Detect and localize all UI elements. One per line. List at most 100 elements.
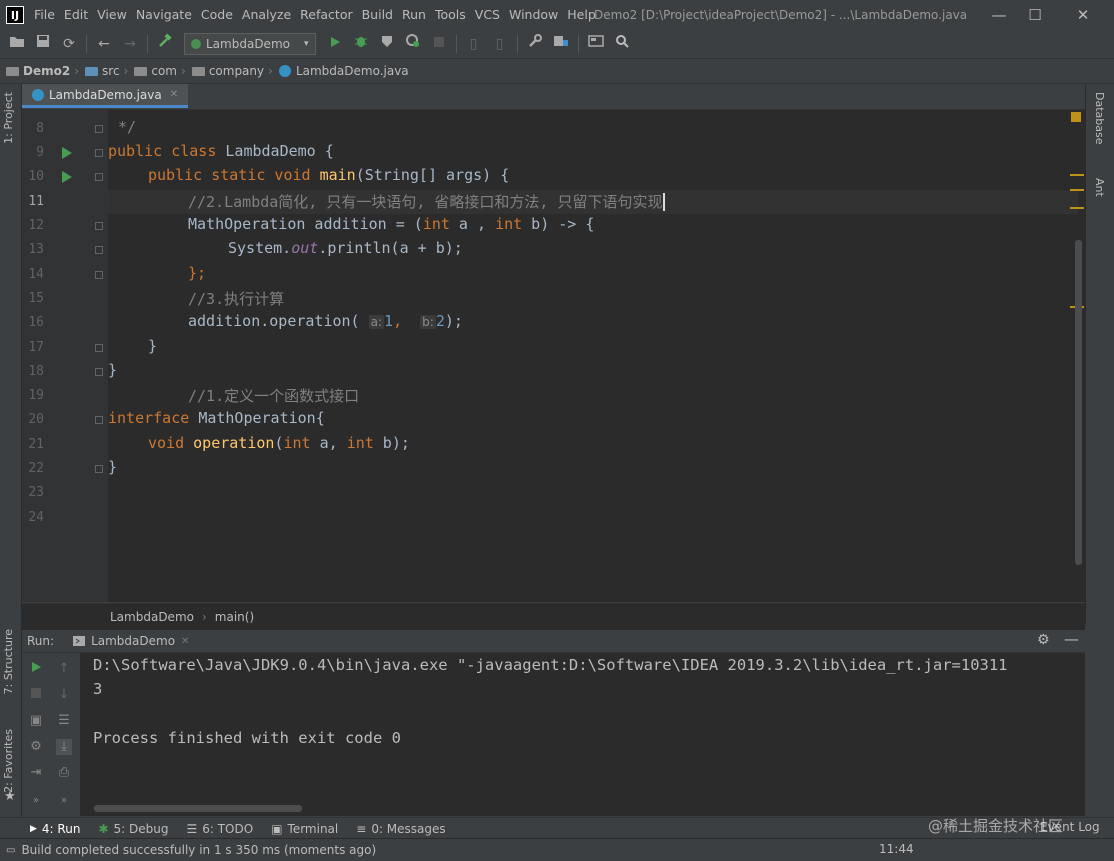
java-class-icon xyxy=(32,88,44,101)
fold-marker-icon[interactable] xyxy=(95,173,103,181)
build-hammer-icon[interactable] xyxy=(154,33,176,55)
fold-marker-icon[interactable] xyxy=(95,368,103,376)
menu-vcs[interactable]: VCS xyxy=(475,0,500,30)
menu-refactor[interactable]: Refactor xyxy=(300,0,352,30)
breadcrumb-file[interactable]: LambdaDemo.java xyxy=(278,64,409,78)
menu-navigate[interactable]: Navigate xyxy=(136,0,192,30)
fold-marker-icon[interactable] xyxy=(95,246,103,254)
run-tab-lambdademo[interactable]: LambdaDemo ✕ xyxy=(72,634,189,648)
close-tab-icon[interactable]: ✕ xyxy=(181,636,189,647)
stop-icon[interactable] xyxy=(28,687,44,703)
close-button[interactable]: ✕ xyxy=(1060,0,1106,30)
menu-analyze[interactable]: Analyze xyxy=(242,0,291,30)
exit-icon[interactable]: ⇥ xyxy=(28,765,44,781)
up-arrow-icon[interactable]: ↑ xyxy=(56,661,72,677)
fold-marker-icon[interactable] xyxy=(95,149,103,157)
forward-arrow-icon[interactable]: → xyxy=(119,33,141,55)
run-icon: ▶ xyxy=(30,823,37,834)
menu-run[interactable]: Run xyxy=(402,0,426,30)
code-line-14: }; xyxy=(188,264,207,282)
open-folder-icon[interactable] xyxy=(6,33,28,55)
scroll-to-end-icon[interactable]: ⤓ xyxy=(56,739,72,755)
database-tool-tab[interactable]: Database xyxy=(1093,92,1106,145)
profile-icon[interactable] xyxy=(402,33,424,55)
gear-icon[interactable]: ⚙ xyxy=(1037,632,1050,648)
tool-tab-debug[interactable]: ✱ 5: Debug xyxy=(98,822,168,836)
stop-icon[interactable] xyxy=(428,33,450,55)
vcs-commit-icon[interactable]: ▯ xyxy=(489,33,511,55)
breadcrumb-class[interactable]: LambdaDemo xyxy=(110,610,194,624)
menu-build[interactable]: Build xyxy=(362,0,393,30)
menu-help[interactable]: Help xyxy=(567,0,596,30)
inspection-status-icon[interactable] xyxy=(1071,112,1081,122)
close-tab-icon[interactable]: ✕ xyxy=(170,84,178,106)
run-actions-column: ▣ ⚙ ⇥ » xyxy=(22,653,50,816)
back-arrow-icon[interactable]: ← xyxy=(93,33,115,55)
search-icon[interactable] xyxy=(611,33,633,55)
editor-vertical-scrollbar[interactable] xyxy=(1075,240,1082,565)
fold-marker-icon[interactable] xyxy=(95,416,103,424)
line-number: 14 xyxy=(28,267,44,282)
soft-wrap-icon[interactable]: ☰ xyxy=(56,713,72,729)
breadcrumb-company[interactable]: company xyxy=(191,64,264,78)
coverage-icon[interactable] xyxy=(376,33,398,55)
ant-tool-tab[interactable]: Ant xyxy=(1093,178,1106,197)
editor-tab-lambdademo[interactable]: LambdaDemo.java ✕ xyxy=(22,84,189,108)
breadcrumb-src[interactable]: src xyxy=(85,64,120,78)
tool-tab-todo[interactable]: ☰ 6: TODO xyxy=(186,822,253,836)
hide-panel-icon[interactable]: — xyxy=(1064,630,1079,648)
rerun-icon[interactable] xyxy=(28,661,44,677)
status-panel-icon[interactable]: ▭ xyxy=(6,845,15,856)
save-all-icon[interactable] xyxy=(32,33,54,55)
structure-tool-tab[interactable]: 7: Structure xyxy=(2,629,15,694)
camera-icon[interactable]: ▣ xyxy=(28,713,44,729)
maximize-button[interactable]: ☐ xyxy=(1012,0,1058,30)
fold-marker-icon[interactable] xyxy=(95,125,103,133)
error-stripe-mark[interactable] xyxy=(1070,207,1084,209)
presentation-icon[interactable] xyxy=(585,33,607,55)
window-title: Demo2 [D:\Project\ideaProject\Demo2] - .… xyxy=(594,8,968,22)
tool-tab-run[interactable]: ▶ 4: Run xyxy=(30,822,80,836)
chevron-right-icon: › xyxy=(201,610,207,624)
line-number: 16 xyxy=(28,315,44,330)
menu-window[interactable]: Window xyxy=(509,0,558,30)
run-icon[interactable] xyxy=(324,33,346,55)
menu-tools[interactable]: Tools xyxy=(435,0,466,30)
vcs-update-icon[interactable]: ▯ xyxy=(463,33,485,55)
menu-edit[interactable]: Edit xyxy=(64,0,88,30)
fold-marker-icon[interactable] xyxy=(95,271,103,279)
code-line-13: System.out.println(a + b); xyxy=(228,239,463,257)
fold-marker-icon[interactable] xyxy=(95,465,103,473)
sync-icon[interactable]: ⟳ xyxy=(58,33,80,55)
run-class-gutter-icon[interactable] xyxy=(62,147,72,159)
error-stripe-mark[interactable] xyxy=(1070,174,1084,176)
run-console[interactable]: D:\Software\Java\JDK9.0.4\bin\java.exe "… xyxy=(81,653,1085,816)
menu-view[interactable]: View xyxy=(97,0,127,30)
tool-tab-messages[interactable]: ≡ 0: Messages xyxy=(356,822,445,836)
project-structure-icon[interactable] xyxy=(550,33,572,55)
settings-wrench-icon[interactable] xyxy=(524,33,546,55)
console-line-exit: Process finished with exit code 0 xyxy=(93,729,401,747)
breadcrumb-method[interactable]: main() xyxy=(215,610,254,624)
down-arrow-icon[interactable]: ↓ xyxy=(56,687,72,703)
code-editor[interactable]: 8 9 10 11 12 13 14 15 16 17 18 19 20 21 … xyxy=(22,110,1085,602)
run-main-gutter-icon[interactable] xyxy=(62,171,72,183)
favorites-tool-tab[interactable]: 2: Favorites xyxy=(2,729,15,793)
breadcrumb-com[interactable]: com xyxy=(134,64,177,78)
error-stripe-mark[interactable] xyxy=(1070,189,1084,191)
project-tool-tab[interactable]: 1: Project xyxy=(2,92,15,144)
debug-icon[interactable] xyxy=(350,33,372,55)
print-icon[interactable]: ⎙ xyxy=(56,765,72,781)
more-actions-icon[interactable]: » xyxy=(28,793,44,809)
fold-marker-icon[interactable] xyxy=(95,344,103,352)
settings-icon[interactable]: ⚙ xyxy=(28,739,44,755)
menu-file[interactable]: File xyxy=(34,0,55,30)
more-actions-icon[interactable]: » xyxy=(56,793,72,809)
console-horizontal-scrollbar[interactable] xyxy=(94,805,302,812)
run-configuration-select[interactable]: LambdaDemo ▾ xyxy=(184,33,316,55)
status-time[interactable]: 11:44 xyxy=(879,842,914,856)
tool-tab-terminal[interactable]: ▣ Terminal xyxy=(271,822,338,836)
menu-code[interactable]: Code xyxy=(201,0,233,30)
fold-marker-icon[interactable] xyxy=(95,222,103,230)
breadcrumb-project[interactable]: Demo2 xyxy=(6,64,70,78)
